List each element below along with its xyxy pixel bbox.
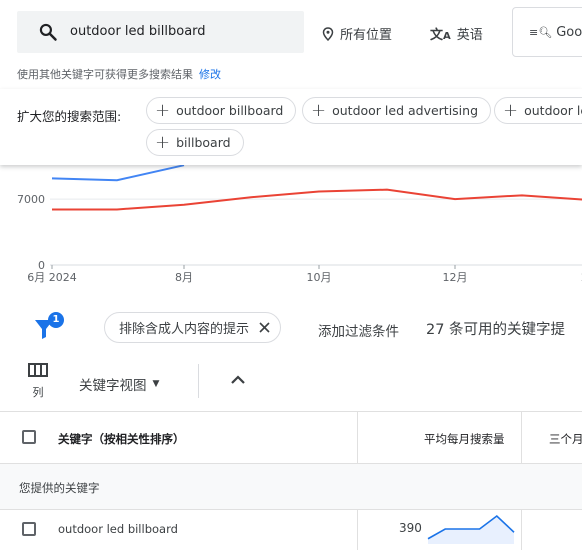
location-label: 所有位置 (340, 28, 393, 43)
search-hint: 使用其他关键字可获得更多搜索结果 修改 (17, 66, 221, 82)
broaden-label: 扩大您的搜索范围: (17, 109, 122, 124)
exclude-adult-filter-chip[interactable]: 排除含成人内容的提示 (104, 312, 282, 343)
plus-icon: + (155, 99, 171, 121)
columns-icon (28, 363, 48, 377)
location-pin-icon (322, 26, 334, 41)
divider (198, 364, 199, 398)
column-header-avg-monthly[interactable]: 平均每月搜索量 (424, 431, 505, 447)
avg-monthly-volume: 390 (399, 521, 422, 535)
exclude-chip-label: 排除含成人内容的提示 (119, 322, 250, 337)
y-tick-label: 7000 (17, 193, 45, 206)
x-tick-label: 10月 (307, 271, 332, 284)
keyword-view-dropdown[interactable]: 关键字视图 ▼ (79, 374, 159, 394)
column-header-three-month[interactable]: 三个月 (549, 431, 582, 447)
plus-icon: + (311, 99, 327, 121)
keyword-text: outdoor led billboard (58, 522, 178, 536)
view-toolbar: 列 关键字视图 ▼ (0, 354, 582, 412)
keyword-view-label: 关键字视图 (79, 378, 147, 394)
broaden-chip[interactable]: + billboard (146, 129, 244, 156)
broaden-chip[interactable]: + outdoor led advertising (302, 97, 492, 124)
broaden-search-panel: 扩大您的搜索范围: + outdoor billboard + outdoor … (0, 89, 582, 165)
column-divider (521, 510, 522, 550)
network-label: Goog (556, 24, 582, 40)
chip-label: outdoor led advertising (332, 103, 479, 118)
location-selector[interactable]: 所有位置 (322, 24, 392, 43)
column-divider (357, 412, 358, 464)
chip-label: outdoor le (524, 103, 582, 118)
columns-button[interactable]: 列 (26, 362, 50, 400)
network-icon: ≡🔍︎ (529, 25, 553, 39)
table-header: 关键字（按相关性排序） 平均每月搜索量 三个月 (0, 412, 582, 464)
language-selector[interactable]: 文A 英语 (430, 24, 483, 43)
dropdown-arrow-icon: ▼ (152, 379, 160, 389)
chevron-up-icon[interactable] (228, 370, 248, 390)
broaden-chip[interactable]: + outdoor billboard (146, 97, 297, 124)
x-tick-label: 6月 2024 (27, 271, 77, 284)
search-icon (39, 23, 57, 41)
translate-icon: 文A (430, 28, 451, 43)
column-divider (521, 412, 522, 464)
broaden-chip[interactable]: + outdoor le (494, 97, 582, 124)
row-checkbox[interactable] (22, 522, 36, 536)
group-label: 您提供的关键字 (19, 481, 100, 495)
series-line-0 (51, 164, 185, 182)
close-icon[interactable] (259, 322, 270, 333)
add-filter-button[interactable]: 添加过滤条件 (318, 320, 399, 340)
search-query: outdoor led billboard (70, 24, 206, 39)
column-divider (357, 510, 358, 550)
search-volume-chart: 700006月 20248月10月12月2月 (17, 164, 582, 284)
chip-label: billboard (176, 135, 231, 150)
edit-link[interactable]: 修改 (199, 68, 221, 81)
search-header: outdoor led billboard 所有位置 文A 英语 ≡🔍︎ Goo… (0, 0, 582, 92)
filter-bar: 1 排除含成人内容的提示 添加过滤条件 27 条可用的关键字提 (0, 300, 582, 354)
language-label: 英语 (456, 28, 483, 43)
chip-label: outdoor billboard (176, 103, 284, 118)
hint-text: 使用其他关键字可获得更多搜索结果 (17, 68, 193, 81)
select-all-checkbox[interactable] (22, 430, 36, 444)
available-keywords-count: 27 条可用的关键字提 (426, 322, 566, 338)
search-network-selector[interactable]: ≡🔍︎ Goog (512, 7, 582, 57)
table-row[interactable]: outdoor led billboard 390 (0, 510, 582, 550)
x-tick-label: 8月 (175, 271, 193, 284)
filter-count-badge: 1 (48, 312, 64, 328)
filter-button[interactable]: 1 (34, 312, 64, 340)
column-header-keyword[interactable]: 关键字（按相关性排序） (58, 431, 185, 447)
trend-sparkline (427, 514, 515, 544)
plus-icon: + (503, 99, 519, 121)
columns-label: 列 (32, 386, 44, 399)
keyword-search-box[interactable]: outdoor led billboard (17, 11, 304, 53)
plus-icon: + (155, 131, 171, 153)
x-tick-label: 12月 (443, 271, 468, 284)
group-header-row: 您提供的关键字 (0, 464, 582, 510)
